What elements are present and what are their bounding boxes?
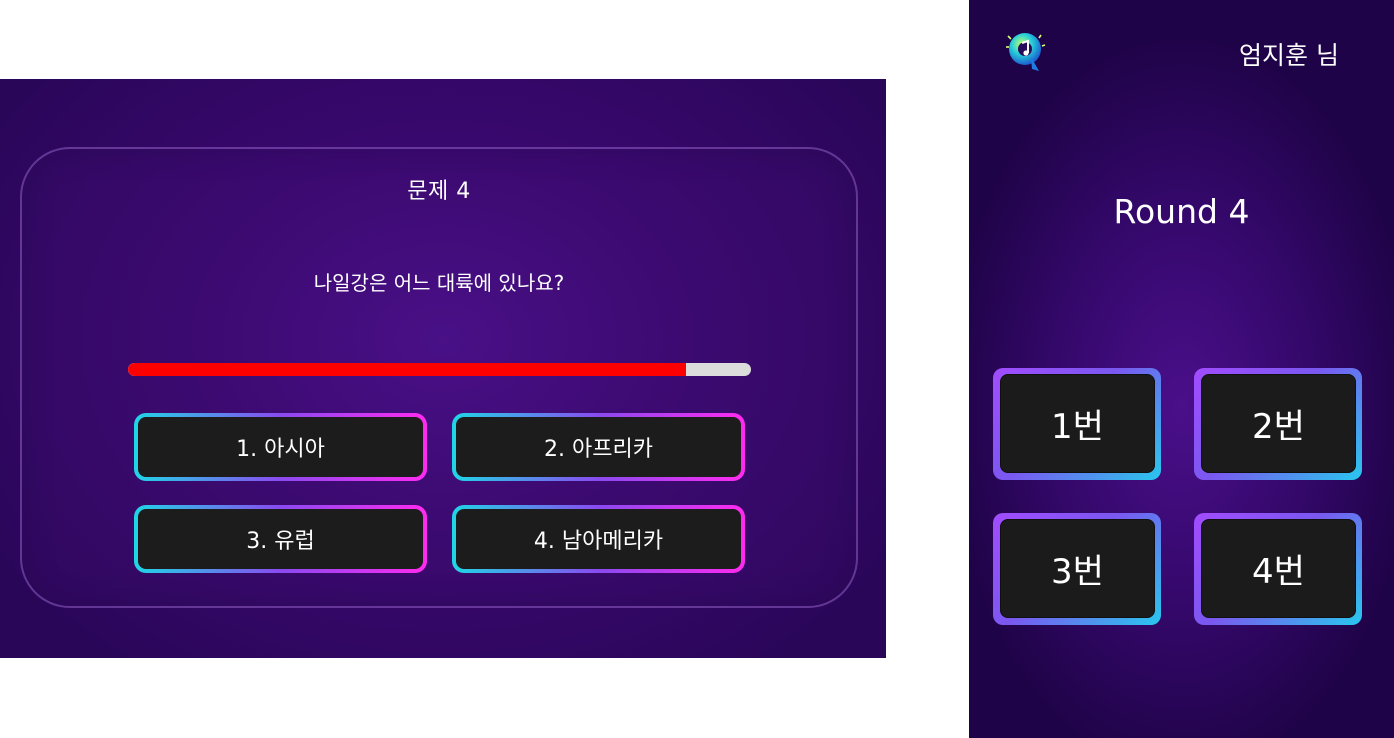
answer-button-2[interactable]: 2번: [1194, 368, 1362, 480]
player-controller: 엄지훈 님 Round 4 1번 2번 3번 4번: [969, 0, 1394, 738]
answer-button-3-label: 3번: [1000, 519, 1155, 618]
answer-option-2[interactable]: 2. 아프리카: [452, 413, 745, 481]
answer-option-4[interactable]: 4. 남아메리카: [452, 505, 745, 573]
answer-option-4-label: 4. 남아메리카: [456, 509, 741, 569]
answer-button-4-label: 4번: [1201, 519, 1356, 618]
round-label: Round 4: [1113, 192, 1250, 231]
timer-bar-fill: [128, 363, 686, 376]
answer-option-1[interactable]: 1. 아시아: [134, 413, 427, 481]
timer-bar: [128, 363, 751, 376]
answer-option-3[interactable]: 3. 유럽: [134, 505, 427, 573]
quiz-screen: 문제 4 나일강은 어느 대륙에 있나요? 1. 아시아 2. 아프리카 3. …: [0, 79, 886, 658]
question-text: 나일강은 어느 대륙에 있나요?: [313, 271, 565, 295]
question-card: 문제 4 나일강은 어느 대륙에 있나요? 1. 아시아 2. 아프리카 3. …: [20, 147, 858, 608]
answer-option-2-label: 2. 아프리카: [456, 417, 741, 477]
answer-option-1-label: 1. 아시아: [138, 417, 423, 477]
answer-button-2-label: 2번: [1201, 374, 1356, 473]
answer-button-3[interactable]: 3번: [993, 513, 1161, 625]
answer-button-1-label: 1번: [1000, 374, 1155, 473]
answer-button-1[interactable]: 1번: [993, 368, 1161, 480]
user-name: 엄지훈 님: [1239, 41, 1339, 70]
answer-option-3-label: 3. 유럽: [138, 509, 423, 569]
question-number: 문제 4: [407, 179, 471, 204]
answer-button-4[interactable]: 4번: [1194, 513, 1362, 625]
quiz-logo-icon: [1005, 29, 1049, 77]
